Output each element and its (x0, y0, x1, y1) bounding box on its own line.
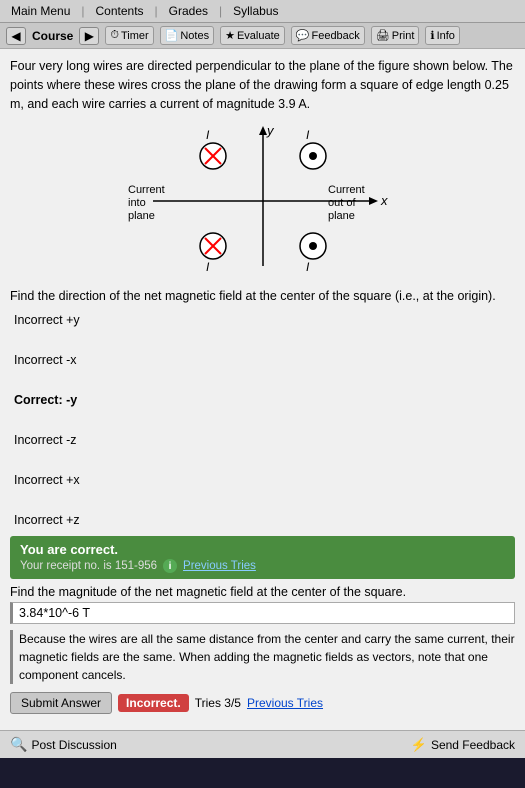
svg-text:I: I (206, 128, 210, 142)
tries-text: Tries 3/5 (195, 696, 241, 710)
svg-text:I: I (306, 260, 310, 274)
info-label: Info (437, 30, 455, 42)
toolbar: ◀ Course ▶ ⏱ Timer 📄 Notes ★ Evaluate 💬 … (0, 23, 525, 49)
menu-syllabus[interactable]: Syllabus (226, 2, 285, 20)
option-3-correct: Correct: -y (14, 390, 515, 410)
magnitude-answer: 3.84*10^-6 T (10, 602, 515, 624)
course-label: Course (32, 29, 73, 43)
find-direction-text: Find the direction of the net magnetic f… (10, 287, 515, 306)
svg-text:I: I (306, 128, 310, 142)
option-2: Incorrect -x (14, 350, 515, 370)
send-feedback-label: Send Feedback (431, 738, 515, 752)
evaluate-label: Evaluate (237, 30, 280, 42)
timer-button[interactable]: ⏱ Timer (105, 26, 153, 45)
answer-row: Submit Answer Incorrect. Tries 3/5 Previ… (10, 692, 515, 714)
back-button[interactable]: ◀ (6, 27, 26, 45)
timer-icon: ⏱ (110, 29, 119, 42)
incorrect-badge: Incorrect. (118, 694, 189, 712)
bottom-bar: 🔍 Post Discussion ⚡ Send Feedback (0, 730, 525, 758)
svg-text:out of: out of (328, 197, 356, 209)
notes-button[interactable]: 📄 Notes (160, 26, 214, 45)
send-feedback-icon: ⚡ (411, 737, 427, 753)
receipt-info-icon: i (163, 559, 177, 573)
previous-tries-link[interactable]: Previous Tries (183, 560, 256, 572)
physics-diagram: y x I I I (123, 121, 403, 281)
feedback-box: You are correct. Your receipt no. is 151… (10, 536, 515, 579)
notes-label: Notes (180, 30, 209, 42)
submit-button[interactable]: Submit Answer (10, 692, 112, 714)
feedback-button[interactable]: 💬 Feedback (291, 26, 365, 45)
forward-button[interactable]: ▶ (79, 27, 99, 45)
svg-text:into: into (128, 197, 146, 209)
evaluate-button[interactable]: ★ Evaluate (220, 26, 285, 45)
notes-icon: 📄 (165, 29, 179, 42)
menu-grades[interactable]: Grades (162, 2, 215, 20)
find-magnitude-text: Find the magnitude of the net magnetic f… (10, 585, 515, 599)
svg-text:Current: Current (328, 184, 365, 196)
menu-main[interactable]: Main Menu (4, 2, 77, 20)
timer-label: Timer (121, 30, 149, 42)
menu-bar: Main Menu | Contents | Grades | Syllabus (0, 0, 525, 23)
print-icon: 🖨 (376, 29, 390, 42)
svg-text:plane: plane (128, 210, 155, 222)
svg-text:Current: Current (128, 184, 165, 196)
option-6: Incorrect +z (14, 510, 515, 530)
explanation-text: Because the wires are all the same dista… (10, 630, 515, 684)
info-icon: ℹ (430, 29, 434, 42)
options-list: Incorrect +y Incorrect -x Correct: -y In… (14, 310, 515, 530)
dark-footer (0, 758, 525, 788)
svg-text:x: x (380, 193, 388, 208)
previous-tries-link2[interactable]: Previous Tries (247, 696, 323, 710)
post-discussion-label: Post Discussion (31, 738, 116, 752)
option-5: Incorrect +x (14, 470, 515, 490)
content-area: Four very long wires are directed perpen… (0, 49, 525, 730)
post-discussion-button[interactable]: 🔍 Post Discussion (10, 736, 117, 753)
option-1: Incorrect +y (14, 310, 515, 330)
print-label: Print (392, 30, 415, 42)
send-feedback-button[interactable]: ⚡ Send Feedback (411, 737, 515, 753)
problem-description: Four very long wires are directed perpen… (10, 57, 515, 113)
info-button[interactable]: ℹ Info (425, 26, 460, 45)
svg-text:y: y (266, 123, 275, 138)
feedback-label: Feedback (311, 30, 359, 42)
svg-text:plane: plane (328, 210, 355, 222)
diagram-container: y x I I I (10, 121, 515, 281)
print-button[interactable]: 🖨 Print (371, 26, 420, 45)
post-discussion-icon: 🔍 (10, 736, 27, 753)
option-4: Incorrect -z (14, 430, 515, 450)
evaluate-icon: ★ (225, 29, 235, 42)
svg-text:I: I (206, 260, 210, 274)
receipt-text: Your receipt no. is 151-956 (20, 560, 157, 572)
correct-message: You are correct. (20, 542, 256, 557)
menu-contents[interactable]: Contents (89, 2, 151, 20)
feedback-icon: 💬 (296, 29, 310, 42)
